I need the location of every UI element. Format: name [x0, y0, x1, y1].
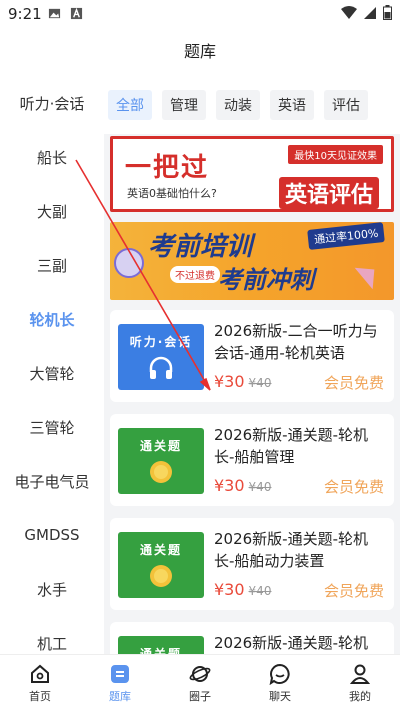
original-price: ¥40: [248, 376, 272, 390]
sidebar-item-gmdss[interactable]: GMDSS: [0, 508, 104, 562]
nav-label: 圈子: [189, 689, 211, 703]
signal-icon: [364, 6, 376, 19]
sidebar-item-label: 听力·会话: [19, 94, 85, 113]
banner-emphasis: 英语评估: [278, 177, 379, 209]
banner-headline-2: 考前冲刺: [218, 266, 314, 294]
course-price: ¥30 ¥40: [214, 580, 271, 599]
course-thumbnail: 通关题: [118, 636, 204, 654]
nav-label: 聊天: [269, 689, 291, 703]
thumbnail-label: 听力·会话: [129, 334, 193, 349]
planet-icon: [189, 665, 211, 682]
page-header: 题库: [0, 28, 400, 76]
course-title: 2026新版-二合一听力与会话-通用-轮机英语: [214, 322, 378, 362]
banner-headline: 一把过: [125, 153, 210, 183]
status-bar: 9:21: [0, 0, 400, 28]
sidebar-item-label: 船长: [36, 148, 67, 167]
banner-refund-chip: 不过退费: [170, 266, 220, 283]
sidebar-item-second-engineer[interactable]: 大管轮: [0, 346, 104, 400]
question-bank-icon: [111, 664, 129, 683]
bottom-navigation: 首页 题库 圈子 聊天 我的: [0, 654, 400, 711]
cursor-pointer-icon: [354, 258, 384, 290]
course-thumbnail: 听力·会话: [118, 324, 204, 390]
course-thumbnail: 通关题: [118, 532, 204, 598]
category-sidebar: 听力·会话 船长 大副 三副 轮机长 大管轮 三管轮 电子电气员 GMDSS 水…: [0, 76, 104, 654]
medal-icon: [150, 564, 172, 587]
course-card[interactable]: 听力·会话 2026新版-二合一听力与会话-通用-轮机英语 ¥30 ¥40 会员免…: [110, 310, 394, 402]
sidebar-item-captain[interactable]: 船长: [0, 130, 104, 184]
tab-assessment[interactable]: 评估: [324, 90, 368, 120]
filter-tabs: 全部 管理 动装 英语 评估: [104, 76, 400, 134]
original-price: ¥40: [248, 584, 272, 598]
promo-banner-training[interactable]: 考前培训 考前冲刺 通过率100% 不过退费: [110, 222, 394, 300]
course-card[interactable]: 通关题 2026新版-通关题-轮机长-轮机英语: [110, 622, 394, 654]
status-time: 9:21: [8, 5, 42, 23]
current-price: ¥30: [214, 580, 245, 599]
tab-all[interactable]: 全部: [108, 90, 152, 120]
chat-icon: [269, 663, 290, 685]
member-free-badge: 会员免费: [323, 582, 384, 600]
sidebar-item-label: GMDSS: [24, 526, 80, 544]
medal-icon: [150, 460, 172, 483]
banner-headline: 考前培训: [148, 232, 253, 262]
sidebar-item-third-engineer[interactable]: 三管轮: [0, 400, 104, 454]
original-price: ¥40: [248, 480, 272, 494]
nav-question-bank[interactable]: 题库: [80, 655, 160, 711]
member-free-badge: 会员免费: [323, 374, 384, 392]
current-price: ¥30: [214, 372, 245, 391]
gallery-icon: [48, 8, 61, 19]
headphones-icon: [149, 356, 173, 379]
planet-illustration-icon: [114, 248, 144, 278]
battery-icon: [383, 5, 392, 20]
nav-community[interactable]: 圈子: [160, 655, 240, 711]
thumbnail-label: 通关题: [139, 646, 182, 655]
course-title: 2026新版-通关题-轮机长-轮机英语: [214, 634, 368, 652]
profile-icon: [349, 664, 371, 684]
main-content: 全部 管理 动装 英语 评估 最快10天见证效果 一把过 英语0基础怕什么? 英…: [104, 76, 400, 654]
sidebar-item-sailor[interactable]: 水手: [0, 562, 104, 616]
notification-a-icon: [70, 7, 83, 20]
tab-english[interactable]: 英语: [270, 90, 314, 120]
course-title: 2026新版-通关题-轮机长-船舶动力装置: [214, 530, 368, 570]
nav-profile[interactable]: 我的: [320, 655, 400, 711]
sidebar-item-third-officer[interactable]: 三副: [0, 238, 104, 292]
sidebar-item-electro-officer[interactable]: 电子电气员: [0, 454, 104, 508]
sidebar-item-label: 三管轮: [29, 418, 75, 437]
tab-power-plant[interactable]: 动装: [216, 90, 260, 120]
sidebar-item-label: 大副: [36, 202, 67, 221]
current-price: ¥30: [214, 476, 245, 495]
sidebar-item-label: 轮机长: [29, 310, 75, 329]
banner-pass-rate-tag: 通过率100%: [306, 222, 385, 250]
course-card[interactable]: 通关题 2026新版-通关题-轮机长-船舶动力装置 ¥30 ¥40 会员免费: [110, 518, 394, 610]
sidebar-item-engine-rating[interactable]: 机工: [0, 616, 104, 654]
nav-label: 题库: [109, 689, 131, 703]
course-card[interactable]: 通关题 2026新版-通关题-轮机长-船舶管理 ¥30 ¥40 会员免费: [110, 414, 394, 506]
nav-label: 我的: [349, 689, 371, 703]
thumbnail-label: 通关题: [139, 438, 182, 453]
page-title: 题库: [183, 42, 216, 61]
sidebar-item-label: 机工: [36, 634, 67, 653]
member-free-badge: 会员免费: [323, 478, 384, 496]
course-price: ¥30 ¥40: [214, 372, 271, 391]
promo-banner-english[interactable]: 最快10天见证效果 一把过 英语0基础怕什么? 英语评估: [110, 136, 394, 212]
sidebar-item-chief-engineer[interactable]: 轮机长: [0, 292, 104, 346]
sidebar-item-label: 电子电气员: [14, 472, 90, 491]
course-title: 2026新版-通关题-轮机长-船舶管理: [214, 426, 368, 466]
home-icon: [31, 664, 49, 683]
tab-management[interactable]: 管理: [162, 90, 206, 120]
nav-home[interactable]: 首页: [0, 655, 80, 711]
sidebar-item-label: 水手: [36, 580, 67, 599]
course-thumbnail: 通关题: [118, 428, 204, 494]
wifi-icon: [341, 5, 357, 19]
nav-label: 首页: [29, 689, 51, 703]
banner-tag: 最快10天见证效果: [288, 145, 383, 164]
nav-chat[interactable]: 聊天: [240, 655, 320, 711]
thumbnail-label: 通关题: [139, 542, 182, 557]
sidebar-item-label: 大管轮: [29, 364, 75, 383]
course-price: ¥30 ¥40: [214, 476, 271, 495]
sidebar-item-listening[interactable]: 听力·会话: [0, 76, 104, 130]
banner-subtitle: 英语0基础怕什么?: [127, 187, 217, 200]
sidebar-item-label: 三副: [36, 256, 67, 275]
sidebar-item-chief-officer[interactable]: 大副: [0, 184, 104, 238]
